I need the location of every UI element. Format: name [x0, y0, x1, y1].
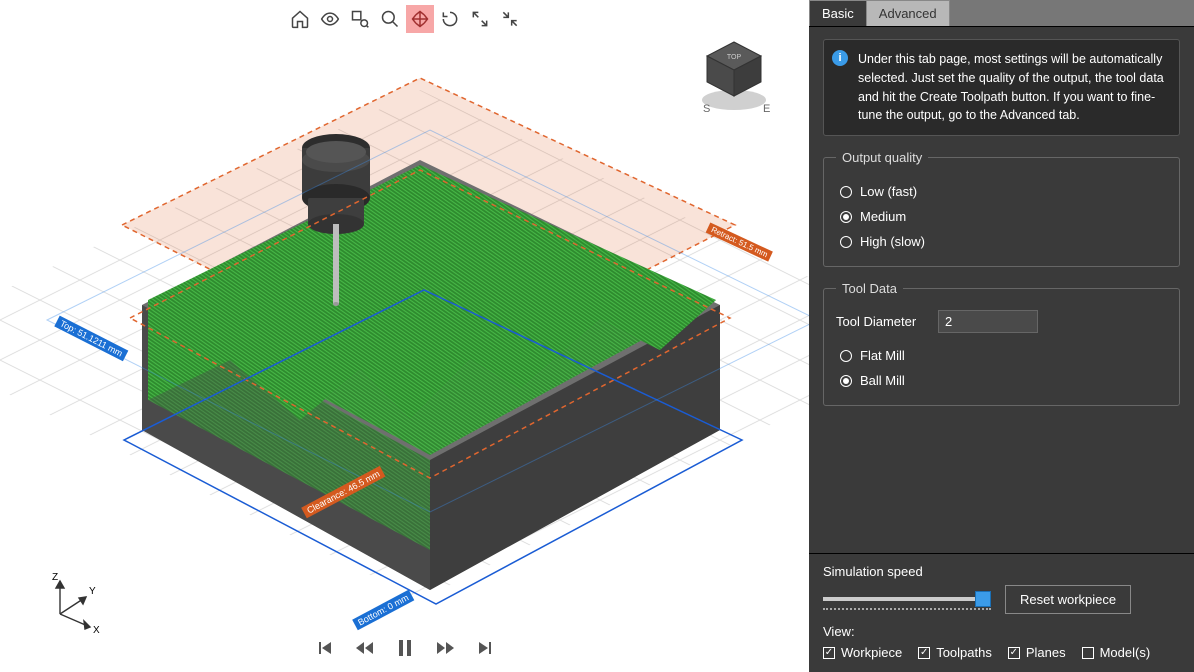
eye-button[interactable] — [316, 5, 344, 33]
checkbox-icon — [823, 647, 835, 659]
tab-body-basic: i Under this tab page, most settings wil… — [809, 27, 1194, 553]
svg-text:TOP: TOP — [727, 54, 742, 61]
rewind-button[interactable] — [351, 636, 379, 663]
tool-diameter-label: Tool Diameter — [836, 314, 928, 329]
radio-label: High (slow) — [860, 234, 925, 249]
svg-text:Y: Y — [89, 586, 96, 597]
output-quality-group: Output quality Low (fast) Medium High (s… — [823, 150, 1180, 267]
skip-end-button[interactable] — [473, 636, 497, 663]
viewport-3d[interactable]: TOP S E — [0, 0, 809, 672]
svg-text:Z: Z — [52, 572, 58, 583]
tab-bar: Basic Advanced — [809, 0, 1194, 27]
simulation-speed-slider[interactable] — [823, 590, 991, 610]
axis-gizmo: X Y Z — [30, 569, 100, 642]
skip-start-button[interactable] — [313, 636, 337, 663]
expand-button[interactable] — [466, 5, 494, 33]
radio-label: Medium — [860, 209, 906, 224]
check-toolpaths[interactable]: Toolpaths — [918, 645, 992, 660]
info-box: i Under this tab page, most settings wil… — [823, 39, 1180, 136]
settings-panel: Basic Advanced i Under this tab page, mo… — [809, 0, 1194, 672]
zoom-button[interactable] — [376, 5, 404, 33]
home-button[interactable] — [286, 5, 314, 33]
svg-text:E: E — [763, 103, 770, 115]
collapse-button[interactable] — [496, 5, 524, 33]
check-label: Model(s) — [1100, 645, 1151, 660]
radio-label: Flat Mill — [860, 348, 905, 363]
check-label: Workpiece — [841, 645, 902, 660]
radio-high[interactable]: High (slow) — [836, 229, 1167, 254]
check-models[interactable]: Model(s) — [1082, 645, 1151, 660]
simulation-speed-label: Simulation speed — [823, 564, 1180, 579]
checkbox-icon — [1082, 647, 1094, 659]
checkbox-icon — [1008, 647, 1020, 659]
radio-flat-mill[interactable]: Flat Mill — [836, 343, 1167, 368]
svg-text:X: X — [93, 625, 100, 636]
radio-icon — [840, 236, 852, 248]
tool-data-legend: Tool Data — [836, 281, 903, 296]
radio-medium[interactable]: Medium — [836, 204, 1167, 229]
check-label: Planes — [1026, 645, 1066, 660]
tab-advanced[interactable]: Advanced — [866, 0, 950, 26]
check-workpiece[interactable]: Workpiece — [823, 645, 902, 660]
info-text: Under this tab page, most settings will … — [858, 52, 1164, 122]
radio-icon — [840, 350, 852, 362]
svg-text:S: S — [703, 103, 710, 115]
check-planes[interactable]: Planes — [1008, 645, 1066, 660]
info-icon: i — [832, 50, 848, 66]
radio-label: Ball Mill — [860, 373, 905, 388]
radio-icon — [840, 375, 852, 387]
reset-workpiece-button[interactable]: Reset workpiece — [1005, 585, 1131, 614]
view-toolbar — [286, 5, 524, 33]
pause-button[interactable] — [393, 635, 417, 664]
pan-button[interactable] — [406, 5, 434, 33]
view-cube[interactable]: TOP S E — [689, 30, 779, 123]
output-quality-legend: Output quality — [836, 150, 928, 165]
rotate-button[interactable] — [436, 5, 464, 33]
zoom-window-button[interactable] — [346, 5, 374, 33]
view-label: View: — [823, 624, 1180, 639]
tab-basic[interactable]: Basic — [809, 0, 867, 26]
tool-data-group: Tool Data Tool Diameter Flat Mill Ball M… — [823, 281, 1180, 406]
tool-diameter-input[interactable] — [938, 310, 1038, 333]
radio-ball-mill[interactable]: Ball Mill — [836, 368, 1167, 393]
checkbox-icon — [918, 647, 930, 659]
forward-button[interactable] — [431, 636, 459, 663]
playback-controls — [313, 635, 497, 664]
radio-label: Low (fast) — [860, 184, 917, 199]
check-label: Toolpaths — [936, 645, 992, 660]
radio-icon — [840, 211, 852, 223]
radio-low[interactable]: Low (fast) — [836, 179, 1167, 204]
simulation-panel: Simulation speed Reset workpiece View: W… — [809, 553, 1194, 672]
scene-3d — [0, 0, 809, 672]
radio-icon — [840, 186, 852, 198]
